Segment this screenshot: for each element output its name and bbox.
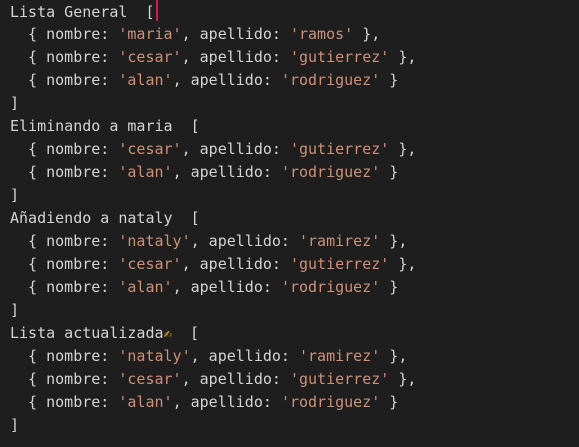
list-item: { nombre: 'alan', apellido: 'rodriguez' … (10, 161, 398, 184)
nombre-value: 'cesar' (118, 48, 182, 66)
text-cursor (155, 0, 158, 21)
apellido-value: 'ramirez' (299, 232, 381, 250)
object-prefix: { nombre: (10, 71, 119, 89)
apellido-value: 'rodriguez' (280, 393, 381, 411)
nombre-value: 'alan' (118, 163, 173, 181)
nombre-value: 'nataly' (118, 232, 191, 250)
apellido-value: 'ramos' (289, 25, 354, 43)
log-header-line: Eliminando a maria [ (10, 115, 200, 138)
log-title: Lista General (10, 3, 128, 21)
object-suffix: }, (389, 255, 417, 273)
object-separator: , apellido: (172, 71, 281, 89)
close-bracket: ] (10, 416, 20, 434)
object-prefix: { nombre: (10, 347, 119, 365)
object-suffix: } (380, 278, 399, 296)
nombre-value: 'alan' (118, 278, 173, 296)
writing-hand-icon: ✍ (163, 326, 172, 342)
nombre-value: 'cesar' (118, 370, 182, 388)
log-header-line: Añadiendo a nataly [ (10, 207, 200, 230)
list-item: { nombre: 'maria', apellido: 'ramos' }, (10, 23, 380, 46)
object-prefix: { nombre: (10, 25, 119, 43)
apellido-value: 'rodriguez' (280, 278, 381, 296)
object-suffix: } (380, 393, 399, 411)
open-bracket: [ (190, 209, 200, 227)
object-separator: , apellido: (181, 48, 290, 66)
nombre-value: 'cesar' (118, 140, 182, 158)
open-bracket: [ (190, 117, 200, 135)
list-item: { nombre: 'alan', apellido: 'rodriguez' … (10, 391, 398, 414)
object-prefix: { nombre: (10, 232, 119, 250)
object-separator: , apellido: (190, 347, 299, 365)
open-bracket: [ (145, 3, 155, 21)
object-separator: , apellido: (172, 163, 281, 181)
object-prefix: { nombre: (10, 370, 119, 388)
object-suffix: } (380, 163, 399, 181)
log-title: Eliminando a maria (10, 117, 173, 135)
object-prefix: { nombre: (10, 255, 119, 273)
open-bracket: [ (190, 324, 200, 342)
object-suffix: }, (353, 25, 381, 43)
apellido-value: 'gutierrez' (289, 370, 390, 388)
object-suffix: }, (380, 232, 408, 250)
log-header-line: Lista General [ (10, 0, 158, 23)
list-item: { nombre: 'nataly', apellido: 'ramirez' … (10, 345, 407, 368)
list-item: { nombre: 'cesar', apellido: 'gutierrez'… (10, 253, 416, 276)
terminal-output: Lista General [ { nombre: 'maria', apell… (0, 0, 579, 447)
apellido-value: 'gutierrez' (289, 140, 390, 158)
object-separator: , apellido: (181, 370, 290, 388)
log-title: Lista actualizada (10, 324, 164, 342)
object-separator: , apellido: (181, 140, 290, 158)
nombre-value: 'cesar' (118, 255, 182, 273)
object-separator: , apellido: (172, 278, 281, 296)
list-item: { nombre: 'cesar', apellido: 'gutierrez'… (10, 46, 416, 69)
close-bracket: ] (10, 94, 20, 112)
object-suffix: }, (389, 140, 417, 158)
list-item: { nombre: 'cesar', apellido: 'gutierrez'… (10, 138, 416, 161)
object-suffix: }, (389, 48, 417, 66)
nombre-value: 'alan' (118, 71, 173, 89)
log-title: Añadiendo a nataly (10, 209, 173, 227)
close-bracket: ] (10, 186, 20, 204)
object-separator: , apellido: (190, 232, 299, 250)
object-suffix: }, (389, 370, 417, 388)
object-separator: , apellido: (172, 393, 281, 411)
object-prefix: { nombre: (10, 140, 119, 158)
apellido-value: 'rodriguez' (280, 163, 381, 181)
list-item: { nombre: 'alan', apellido: 'rodriguez' … (10, 69, 398, 92)
nombre-value: 'maria' (118, 25, 182, 43)
nombre-value: 'alan' (118, 393, 173, 411)
list-item: { nombre: 'alan', apellido: 'rodriguez' … (10, 276, 398, 299)
object-prefix: { nombre: (10, 393, 119, 411)
nombre-value: 'nataly' (118, 347, 191, 365)
object-separator: , apellido: (181, 25, 290, 43)
list-item: { nombre: 'nataly', apellido: 'ramirez' … (10, 230, 407, 253)
object-suffix: } (380, 71, 399, 89)
list-item: { nombre: 'cesar', apellido: 'gutierrez'… (10, 368, 416, 391)
object-prefix: { nombre: (10, 48, 119, 66)
object-separator: , apellido: (181, 255, 290, 273)
object-prefix: { nombre: (10, 163, 119, 181)
apellido-value: 'ramirez' (299, 347, 381, 365)
object-prefix: { nombre: (10, 278, 119, 296)
log-header-line: Lista actualizada✍ [ (10, 322, 199, 345)
apellido-value: 'rodriguez' (280, 71, 381, 89)
apellido-value: 'gutierrez' (289, 48, 390, 66)
close-bracket: ] (10, 301, 20, 319)
apellido-value: 'gutierrez' (289, 255, 390, 273)
object-suffix: }, (380, 347, 408, 365)
